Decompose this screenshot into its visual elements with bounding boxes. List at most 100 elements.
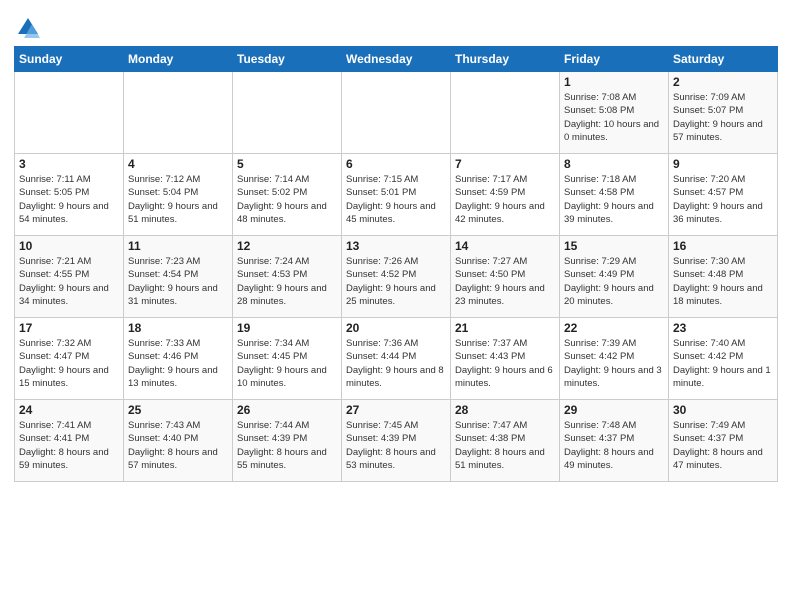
day-detail: Sunrise: 7:44 AMSunset: 4:39 PMDaylight:… [237, 419, 337, 472]
weekday-header-sunday: Sunday [15, 47, 124, 72]
day-number: 17 [19, 321, 119, 335]
day-number: 23 [673, 321, 773, 335]
day-number: 21 [455, 321, 555, 335]
calendar-cell: 6 Sunrise: 7:15 AMSunset: 5:01 PMDaylight… [342, 154, 451, 236]
day-number: 22 [564, 321, 664, 335]
day-number: 18 [128, 321, 228, 335]
day-number: 3 [19, 157, 119, 171]
day-number: 6 [346, 157, 446, 171]
day-detail: Sunrise: 7:45 AMSunset: 4:39 PMDaylight:… [346, 419, 446, 472]
day-number: 9 [673, 157, 773, 171]
day-detail: Sunrise: 7:26 AMSunset: 4:52 PMDaylight:… [346, 255, 446, 308]
day-detail: Sunrise: 7:11 AMSunset: 5:05 PMDaylight:… [19, 173, 119, 226]
day-number: 14 [455, 239, 555, 253]
day-number: 7 [455, 157, 555, 171]
calendar-cell: 4Sunrise: 7:12 AMSunset: 5:04 PMDaylight… [124, 154, 233, 236]
day-detail: Sunrise: 7:43 AMSunset: 4:40 PMDaylight:… [128, 419, 228, 472]
calendar-cell: 23 Sunrise: 7:40 AMSunset: 4:42 PMDayligh… [669, 318, 778, 400]
day-detail: Sunrise: 7:29 AMSunset: 4:49 PMDaylight:… [564, 255, 664, 308]
logo-icon [14, 14, 42, 42]
calendar-cell: 9 Sunrise: 7:20 AMSunset: 4:57 PMDaylight… [669, 154, 778, 236]
day-number: 19 [237, 321, 337, 335]
weekday-header-thursday: Thursday [451, 47, 560, 72]
day-number: 26 [237, 403, 337, 417]
day-number: 13 [346, 239, 446, 253]
calendar-cell [15, 72, 124, 154]
calendar-cell: 20 Sunrise: 7:36 AMSunset: 4:44 PMDayligh… [342, 318, 451, 400]
calendar-cell: 14 Sunrise: 7:27 AMSunset: 4:50 PMDayligh… [451, 236, 560, 318]
logo [14, 14, 46, 42]
day-detail: Sunrise: 7:41 AMSunset: 4:41 PMDaylight:… [19, 419, 119, 472]
calendar-cell: 16 Sunrise: 7:30 AMSunset: 4:48 PMDayligh… [669, 236, 778, 318]
calendar-table: SundayMondayTuesdayWednesdayThursdayFrid… [14, 46, 778, 482]
calendar-cell: 12 Sunrise: 7:24 AMSunset: 4:53 PMDayligh… [233, 236, 342, 318]
day-detail: Sunrise: 7:21 AMSunset: 4:55 PMDaylight:… [19, 255, 119, 308]
weekday-header-row: SundayMondayTuesdayWednesdayThursdayFrid… [15, 47, 778, 72]
day-detail: Sunrise: 7:37 AMSunset: 4:43 PMDaylight:… [455, 337, 555, 390]
weekday-header-saturday: Saturday [669, 47, 778, 72]
calendar-cell: 11 Sunrise: 7:23 AMSunset: 4:54 PMDayligh… [124, 236, 233, 318]
weekday-header-friday: Friday [560, 47, 669, 72]
weekday-header-tuesday: Tuesday [233, 47, 342, 72]
day-detail: Sunrise: 7:27 AMSunset: 4:50 PMDaylight:… [455, 255, 555, 308]
day-detail: Sunrise: 7:48 AMSunset: 4:37 PMDaylight:… [564, 419, 664, 472]
day-detail: Sunrise: 7:09 AMSunset: 5:07 PMDaylight:… [673, 91, 773, 144]
calendar-cell: 24 Sunrise: 7:41 AMSunset: 4:41 PMDayligh… [15, 400, 124, 482]
calendar-cell: 15 Sunrise: 7:29 AMSunset: 4:49 PMDayligh… [560, 236, 669, 318]
calendar-cell: 13 Sunrise: 7:26 AMSunset: 4:52 PMDayligh… [342, 236, 451, 318]
calendar-cell: 2 Sunrise: 7:09 AMSunset: 5:07 PMDaylight… [669, 72, 778, 154]
day-detail: Sunrise: 7:24 AMSunset: 4:53 PMDaylight:… [237, 255, 337, 308]
day-detail: Sunrise: 7:47 AMSunset: 4:38 PMDaylight:… [455, 419, 555, 472]
day-number: 5 [237, 157, 337, 171]
day-number: 24 [19, 403, 119, 417]
day-number: 25 [128, 403, 228, 417]
day-number: 16 [673, 239, 773, 253]
calendar-week-4: 17 Sunrise: 7:32 AMSunset: 4:47 PMDayligh… [15, 318, 778, 400]
calendar-cell: 21 Sunrise: 7:37 AMSunset: 4:43 PMDayligh… [451, 318, 560, 400]
weekday-header-wednesday: Wednesday [342, 47, 451, 72]
day-detail: Sunrise: 7:15 AMSunset: 5:01 PMDaylight:… [346, 173, 446, 226]
day-number: 1 [564, 75, 664, 89]
weekday-header-monday: Monday [124, 47, 233, 72]
calendar-cell: 25 Sunrise: 7:43 AMSunset: 4:40 PMDayligh… [124, 400, 233, 482]
day-number: 27 [346, 403, 446, 417]
calendar-cell [342, 72, 451, 154]
day-number: 12 [237, 239, 337, 253]
day-detail: Sunrise: 7:30 AMSunset: 4:48 PMDaylight:… [673, 255, 773, 308]
day-detail: Sunrise: 7:40 AMSunset: 4:42 PMDaylight:… [673, 337, 773, 390]
day-number: 15 [564, 239, 664, 253]
day-detail: Sunrise: 7:33 AMSunset: 4:46 PMDaylight:… [128, 337, 228, 390]
calendar-cell [451, 72, 560, 154]
day-detail: Sunrise: 7:23 AMSunset: 4:54 PMDaylight:… [128, 255, 228, 308]
day-detail: Sunrise: 7:34 AMSunset: 4:45 PMDaylight:… [237, 337, 337, 390]
day-detail: Sunrise: 7:49 AMSunset: 4:37 PMDaylight:… [673, 419, 773, 472]
calendar-cell: 29 Sunrise: 7:48 AMSunset: 4:37 PMDayligh… [560, 400, 669, 482]
day-number: 30 [673, 403, 773, 417]
day-detail: Sunrise: 7:08 AMSunset: 5:08 PMDaylight:… [564, 91, 664, 144]
calendar-cell: 17 Sunrise: 7:32 AMSunset: 4:47 PMDayligh… [15, 318, 124, 400]
calendar-cell: 27 Sunrise: 7:45 AMSunset: 4:39 PMDayligh… [342, 400, 451, 482]
day-number: 29 [564, 403, 664, 417]
calendar-cell [233, 72, 342, 154]
calendar-cell: 5 Sunrise: 7:14 AMSunset: 5:02 PMDaylight… [233, 154, 342, 236]
day-number: 11 [128, 239, 228, 253]
calendar-cell: 3 Sunrise: 7:11 AMSunset: 5:05 PMDaylight… [15, 154, 124, 236]
day-detail: Sunrise: 7:36 AMSunset: 4:44 PMDaylight:… [346, 337, 446, 390]
calendar-cell: 19 Sunrise: 7:34 AMSunset: 4:45 PMDayligh… [233, 318, 342, 400]
day-number: 2 [673, 75, 773, 89]
day-detail: Sunrise: 7:20 AMSunset: 4:57 PMDaylight:… [673, 173, 773, 226]
calendar-week-3: 10 Sunrise: 7:21 AMSunset: 4:55 PMDayligh… [15, 236, 778, 318]
day-detail: Sunrise: 7:12 AMSunset: 5:04 PMDaylight:… [128, 173, 228, 226]
day-number: 10 [19, 239, 119, 253]
day-number: 20 [346, 321, 446, 335]
day-detail: Sunrise: 7:32 AMSunset: 4:47 PMDaylight:… [19, 337, 119, 390]
day-number: 8 [564, 157, 664, 171]
day-detail: Sunrise: 7:14 AMSunset: 5:02 PMDaylight:… [237, 173, 337, 226]
calendar-cell: 1 Sunrise: 7:08 AMSunset: 5:08 PMDaylight… [560, 72, 669, 154]
day-detail: Sunrise: 7:18 AMSunset: 4:58 PMDaylight:… [564, 173, 664, 226]
calendar-week-2: 3 Sunrise: 7:11 AMSunset: 5:05 PMDaylight… [15, 154, 778, 236]
calendar-cell: 30 Sunrise: 7:49 AMSunset: 4:37 PMDayligh… [669, 400, 778, 482]
calendar-week-5: 24 Sunrise: 7:41 AMSunset: 4:41 PMDayligh… [15, 400, 778, 482]
day-detail: Sunrise: 7:17 AMSunset: 4:59 PMDaylight:… [455, 173, 555, 226]
calendar-cell: 10 Sunrise: 7:21 AMSunset: 4:55 PMDayligh… [15, 236, 124, 318]
